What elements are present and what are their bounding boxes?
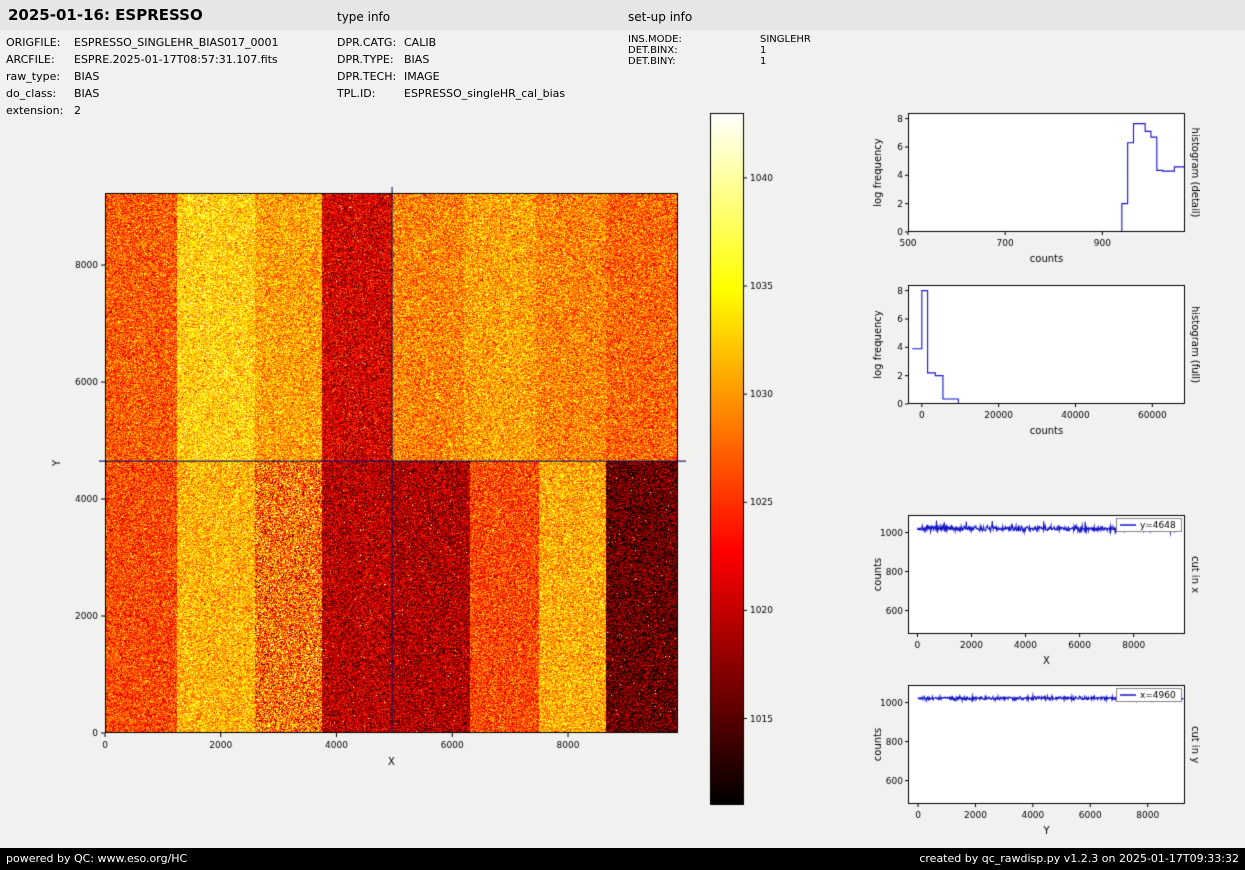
field-value: SINGLEHR <box>760 34 811 45</box>
row-origfile: ORIGFILE:ESPRESSO_SINGLEHR_BIAS017_0001 <box>6 34 279 51</box>
row-tpl-id: TPL.ID:ESPRESSO_singleHR_cal_bias <box>337 85 565 102</box>
field-label: DPR.TYPE: <box>337 51 404 68</box>
field-value: ESPRE.2025-01-17T08:57:31.107.fits <box>74 53 278 66</box>
type-info-heading: type info <box>337 10 390 24</box>
footer-left: powered by QC: www.eso.org/HC <box>6 848 187 870</box>
histogram-detail-plot <box>870 105 1200 270</box>
field-label: extension: <box>6 102 74 119</box>
field-value: 2 <box>74 104 81 117</box>
row-dpr-type: DPR.TYPE:BIAS <box>337 51 565 68</box>
field-label: DET.BINX: <box>628 45 760 56</box>
row-det-binx: DET.BINX:1 <box>628 45 811 56</box>
setup-info-heading: set-up info <box>628 10 692 24</box>
footer-right: created by qc_rawdisp.py v1.2.3 on 2025-… <box>919 848 1239 870</box>
cut-in-y-plot <box>870 677 1200 842</box>
field-value: 1 <box>760 56 766 67</box>
page-title: 2025-01-16: ESPRESSO <box>8 6 203 24</box>
field-value: ESPRESSO_singleHR_cal_bias <box>404 87 565 100</box>
field-label: TPL.ID: <box>337 85 404 102</box>
field-value: BIAS <box>404 53 429 66</box>
row-raw-type: raw_type:BIAS <box>6 68 279 85</box>
row-dpr-catg: DPR.CATG:CALIB <box>337 34 565 51</box>
row-extension: extension:2 <box>6 102 279 119</box>
field-label: ARCFILE: <box>6 51 74 68</box>
colorbar <box>700 105 775 815</box>
field-label: do_class: <box>6 85 74 102</box>
setup-info-block: INS.MODE:SINGLEHR DET.BINX:1 DET.BINY:1 <box>628 34 811 67</box>
field-label: DET.BINY: <box>628 56 760 67</box>
row-do-class: do_class:BIAS <box>6 85 279 102</box>
field-label: raw_type: <box>6 68 74 85</box>
file-info-block: ORIGFILE:ESPRESSO_SINGLEHR_BIAS017_0001 … <box>6 34 279 119</box>
field-value: CALIB <box>404 36 436 49</box>
field-label: DPR.TECH: <box>337 68 404 85</box>
row-dpr-tech: DPR.TECH:IMAGE <box>337 68 565 85</box>
histogram-full-plot <box>870 277 1200 442</box>
field-value: BIAS <box>74 70 99 83</box>
bias-image-heatmap <box>40 180 700 780</box>
field-label: INS.MODE: <box>628 34 760 45</box>
cut-in-x-plot <box>870 507 1200 672</box>
field-value: BIAS <box>74 87 99 100</box>
row-det-biny: DET.BINY:1 <box>628 56 811 67</box>
field-value: ESPRESSO_SINGLEHR_BIAS017_0001 <box>74 36 279 49</box>
field-label: ORIGFILE: <box>6 34 74 51</box>
footer-bar: powered by QC: www.eso.org/HC created by… <box>0 848 1245 870</box>
row-ins-mode: INS.MODE:SINGLEHR <box>628 34 811 45</box>
field-value: 1 <box>760 45 766 56</box>
qc-report-page: 2025-01-16: ESPRESSO type info set-up in… <box>0 0 1245 870</box>
header-bar: 2025-01-16: ESPRESSO type info set-up in… <box>0 0 1245 30</box>
field-value: IMAGE <box>404 70 440 83</box>
row-arcfile: ARCFILE:ESPRE.2025-01-17T08:57:31.107.fi… <box>6 51 279 68</box>
type-info-block: DPR.CATG:CALIB DPR.TYPE:BIAS DPR.TECH:IM… <box>337 34 565 102</box>
field-label: DPR.CATG: <box>337 34 404 51</box>
